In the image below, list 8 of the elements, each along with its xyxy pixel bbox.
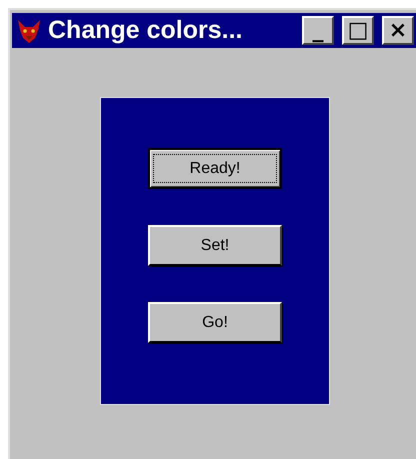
maximize-button[interactable]: □ — [342, 16, 374, 45]
minimize-button[interactable]: _ — [302, 16, 334, 45]
action-button[interactable]: Set! — [148, 225, 282, 266]
fox-icon — [16, 18, 42, 44]
close-button[interactable]: × — [382, 16, 414, 45]
action-button[interactable]: Ready! — [148, 148, 282, 189]
window-title: Change colors... — [48, 16, 244, 45]
action-button[interactable]: Go! — [148, 302, 282, 343]
